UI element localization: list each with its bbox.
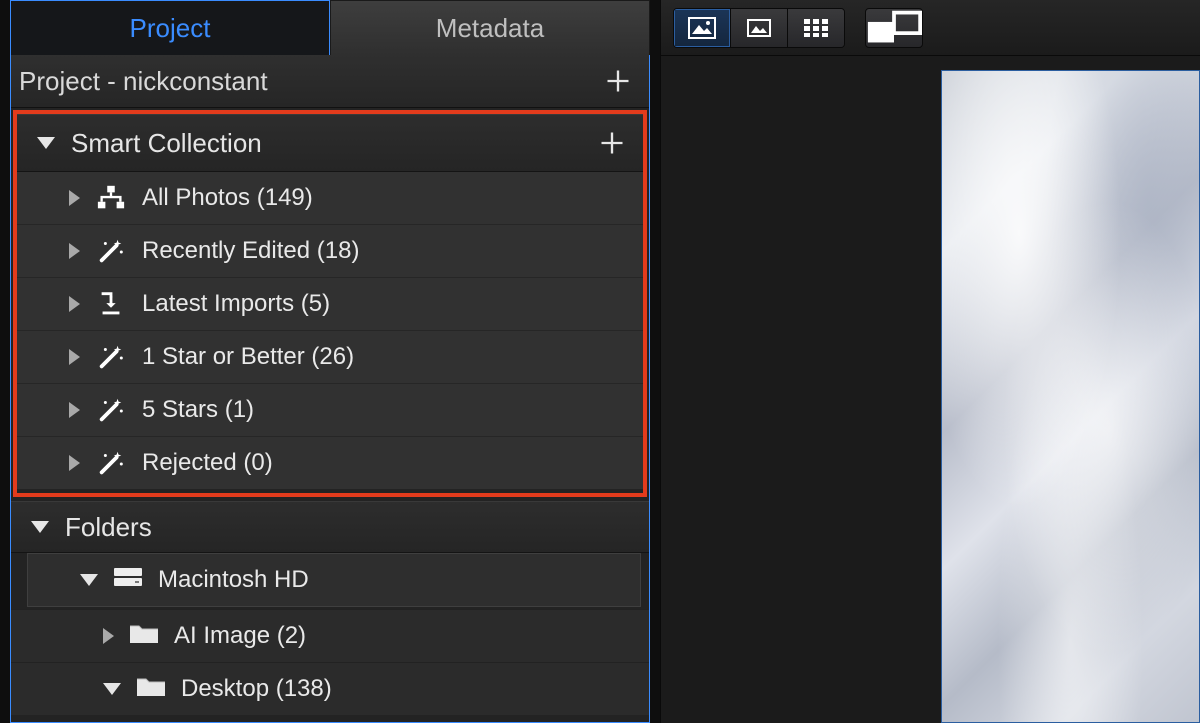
drive-icon	[112, 564, 144, 597]
import-icon	[94, 289, 128, 319]
chevron-right-icon[interactable]	[103, 628, 114, 644]
add-project-button[interactable]	[601, 64, 635, 98]
chevron-right-icon[interactable]	[69, 296, 80, 312]
chevron-right-icon[interactable]	[69, 243, 80, 259]
viewer-toolbar	[661, 0, 1200, 56]
plus-icon	[604, 67, 632, 95]
chevron-right-icon[interactable]	[69, 349, 80, 365]
folder-desktop[interactable]: Desktop (138)	[11, 662, 649, 715]
view-large-icons-button[interactable]	[674, 9, 731, 47]
tab-metadata[interactable]: Metadata	[330, 0, 650, 55]
view-grid-button[interactable]	[788, 9, 844, 47]
project-header-row[interactable]: Project - nickconstant	[11, 55, 649, 108]
chevron-down-icon[interactable]	[80, 574, 98, 586]
drive-label: Macintosh HD	[158, 566, 309, 594]
chevron-down-icon[interactable]	[103, 683, 121, 695]
chevron-down-icon[interactable]	[31, 521, 49, 533]
sc-item-label: 1 Star or Better (26)	[142, 343, 354, 371]
sc-item-label: Latest Imports (5)	[142, 290, 330, 318]
folders-title: Folders	[65, 512, 152, 543]
smart-collection-items: All Photos (149) Recently Edited (18)	[17, 172, 643, 489]
folder-ai-image[interactable]: AI Image (2)	[11, 609, 649, 662]
tab-project-label: Project	[130, 13, 211, 44]
large-thumb-icon	[688, 17, 716, 39]
folders-items: Macintosh HD AI Image (2) Desktop (138)	[11, 553, 649, 715]
sc-item-1star[interactable]: 1 Star or Better (26)	[17, 330, 643, 383]
sc-item-label: All Photos (149)	[142, 184, 313, 212]
folders-header[interactable]: Folders	[11, 501, 649, 553]
sc-item-recently-edited[interactable]: Recently Edited (18)	[17, 224, 643, 277]
tree-icon	[94, 183, 128, 213]
sc-item-latest-imports[interactable]: Latest Imports (5)	[17, 277, 643, 330]
view-compare-button[interactable]	[865, 8, 923, 48]
add-smart-collection-button[interactable]	[595, 126, 629, 160]
chevron-down-icon[interactable]	[37, 137, 55, 149]
view-mode-group	[673, 8, 845, 48]
project-title: Project - nickconstant	[19, 66, 268, 97]
filmstrip-icon	[745, 17, 773, 39]
wand-icon	[94, 236, 128, 266]
panel-body: Project - nickconstant Smart Collection	[10, 55, 650, 723]
smart-collection-title: Smart Collection	[71, 128, 262, 159]
folder-icon	[135, 673, 167, 706]
viewer-area	[660, 0, 1200, 723]
grid-icon	[802, 17, 830, 39]
compare-icon	[866, 7, 922, 48]
folder-root-drive[interactable]: Macintosh HD	[27, 553, 641, 607]
view-filmstrip-button[interactable]	[731, 9, 788, 47]
folders-header-left: Folders	[31, 512, 152, 543]
sc-item-label: 5 Stars (1)	[142, 396, 254, 424]
sc-item-5stars[interactable]: 5 Stars (1)	[17, 383, 643, 436]
folder-label: AI Image (2)	[174, 622, 306, 650]
chevron-right-icon[interactable]	[69, 455, 80, 471]
sc-item-rejected[interactable]: Rejected (0)	[17, 436, 643, 489]
wand-icon	[94, 342, 128, 372]
folder-icon	[128, 620, 160, 653]
sc-item-all-photos[interactable]: All Photos (149)	[17, 172, 643, 224]
tab-project[interactable]: Project	[10, 0, 330, 55]
panel-tabs: Project Metadata	[10, 0, 650, 55]
smart-collection-header-left: Smart Collection	[37, 128, 262, 159]
smart-collection-highlight: Smart Collection All Photos (149)	[13, 110, 647, 497]
folder-label: Desktop (138)	[181, 675, 332, 703]
image-preview[interactable]	[941, 70, 1200, 723]
wand-icon	[94, 448, 128, 478]
sc-item-label: Recently Edited (18)	[142, 237, 359, 265]
app-root: Project Metadata Project - nickconstant …	[0, 0, 1200, 723]
wand-icon	[94, 395, 128, 425]
smart-collection-header[interactable]: Smart Collection	[17, 114, 643, 172]
project-panel: Project Metadata Project - nickconstant …	[10, 0, 650, 723]
tab-metadata-label: Metadata	[436, 13, 544, 44]
plus-icon	[598, 129, 626, 157]
sc-item-label: Rejected (0)	[142, 449, 273, 477]
chevron-right-icon[interactable]	[69, 402, 80, 418]
chevron-right-icon[interactable]	[69, 190, 80, 206]
